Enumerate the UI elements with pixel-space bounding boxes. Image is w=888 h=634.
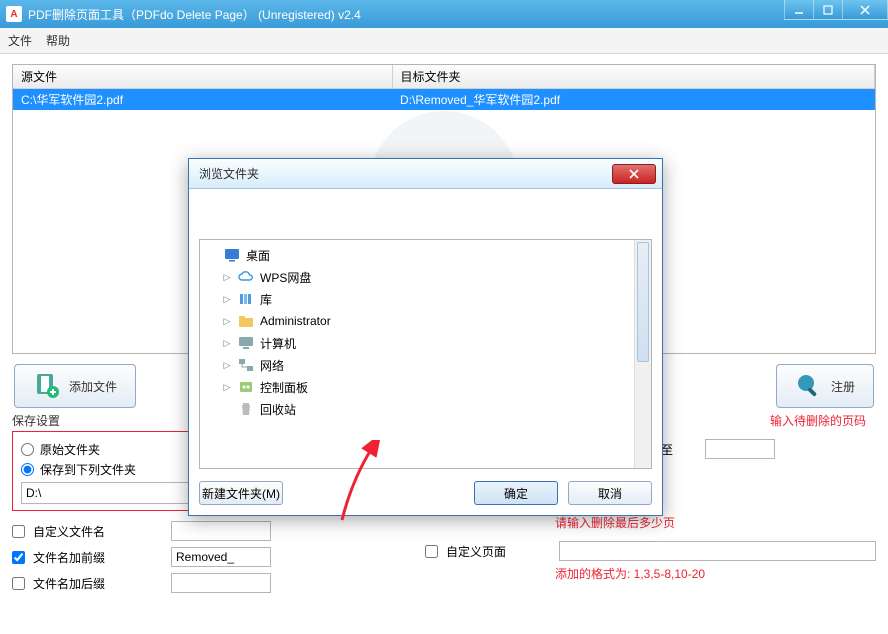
expand-icon[interactable]: ▷	[222, 338, 232, 349]
menubar: 文件 帮助	[0, 28, 888, 54]
cell-source: C:\华军软件园2.pdf	[13, 89, 392, 111]
add-file-button[interactable]: 添加文件	[14, 364, 136, 408]
user-icon	[238, 313, 254, 329]
cell-target: D:\Removed_华军软件园2.pdf	[392, 89, 874, 111]
expand-icon[interactable]: ▷	[222, 316, 232, 327]
chk-custom-name-label: 自定义文件名	[33, 523, 163, 540]
chk-suffix[interactable]	[12, 577, 25, 590]
hint-format: 添加的格式为: 1,3,5-8,10-20	[555, 565, 876, 582]
range-to-input[interactable]	[705, 439, 775, 459]
expand-icon[interactable]: ▷	[222, 360, 232, 371]
radio-original-label: 原始文件夹	[40, 441, 100, 458]
tree-item[interactable]: ▷Administrator	[202, 310, 632, 332]
window-title: PDF删除页面工具（PDFdo Delete Page） (Unregister…	[28, 6, 785, 23]
dialog-title: 浏览文件夹	[199, 165, 612, 182]
tree-item[interactable]: ▷网络	[202, 354, 632, 376]
browse-folder-dialog: 浏览文件夹 桌面 ▷WPS网盘 ▷库 ▷Administrator ▷计算机 ▷…	[188, 158, 663, 516]
cancel-button[interactable]: 取消	[568, 481, 652, 505]
radio-original-input[interactable]	[21, 443, 34, 456]
chk-custom-name[interactable]	[12, 525, 25, 538]
menu-file[interactable]: 文件	[8, 32, 32, 49]
window-controls	[785, 0, 888, 28]
chk-prefix-label: 文件名加前缀	[33, 549, 163, 566]
radio-below-input[interactable]	[21, 463, 34, 476]
col-target[interactable]: 目标文件夹	[392, 65, 874, 89]
register-icon	[795, 372, 823, 400]
recycle-bin-icon	[238, 401, 254, 417]
custom-pages-input[interactable]	[559, 541, 876, 561]
desktop-icon	[224, 247, 240, 263]
file-table: 源文件 目标文件夹 C:\华军软件园2.pdf D:\Removed_华军软件园…	[13, 65, 875, 110]
expand-icon[interactable]: ▷	[222, 294, 232, 305]
tree-root[interactable]: 桌面	[202, 244, 632, 266]
network-icon	[238, 357, 254, 373]
dialog-footer: 新建文件夹(M) 确定 取消	[189, 471, 662, 515]
minimize-button[interactable]	[784, 0, 814, 20]
ok-button[interactable]: 确定	[474, 481, 558, 505]
register-button[interactable]: 注册	[776, 364, 874, 408]
control-panel-icon	[238, 379, 254, 395]
lbl-custom-pages: 自定义页面	[446, 543, 551, 560]
col-source[interactable]: 源文件	[13, 65, 392, 89]
app-icon: A	[6, 6, 22, 22]
add-file-icon	[33, 372, 61, 400]
register-label: 注册	[831, 378, 855, 395]
tree-item[interactable]: ▷WPS网盘	[202, 266, 632, 288]
chk-suffix-label: 文件名加后缀	[33, 575, 163, 592]
prefix-input[interactable]	[171, 547, 271, 567]
tree-item[interactable]: 回收站	[202, 398, 632, 420]
window-titlebar: A PDF删除页面工具（PDFdo Delete Page） (Unregist…	[0, 0, 888, 28]
radio-below-label: 保存到下列文件夹	[40, 461, 136, 478]
chk-custom-pages[interactable]	[425, 545, 438, 558]
chk-prefix[interactable]	[12, 551, 25, 564]
scrollbar-thumb[interactable]	[637, 242, 649, 362]
new-folder-button[interactable]: 新建文件夹(M)	[199, 481, 283, 505]
expand-icon[interactable]: ▷	[222, 272, 232, 283]
tree-item[interactable]: ▷库	[202, 288, 632, 310]
menu-help[interactable]: 帮助	[46, 32, 70, 49]
suffix-input[interactable]	[171, 573, 271, 593]
hint-last: 请输入删除最后多少页	[555, 514, 876, 531]
maximize-button[interactable]	[813, 0, 843, 20]
custom-name-input[interactable]	[171, 521, 271, 541]
expand-icon[interactable]: ▷	[222, 382, 232, 393]
tree-item[interactable]: ▷计算机	[202, 332, 632, 354]
library-icon	[238, 291, 254, 307]
dialog-close-button[interactable]	[612, 164, 656, 184]
folder-tree[interactable]: 桌面 ▷WPS网盘 ▷库 ▷Administrator ▷计算机 ▷网络 ▷控制…	[199, 239, 652, 469]
tree-scrollbar[interactable]	[634, 240, 651, 468]
close-button[interactable]	[842, 0, 888, 20]
dialog-body: 桌面 ▷WPS网盘 ▷库 ▷Administrator ▷计算机 ▷网络 ▷控制…	[189, 189, 662, 471]
add-file-label: 添加文件	[69, 378, 117, 395]
dialog-titlebar[interactable]: 浏览文件夹	[189, 159, 662, 189]
tree-item[interactable]: ▷控制面板	[202, 376, 632, 398]
filename-options: 自定义文件名 文件名加前缀 文件名加后缀	[12, 521, 417, 593]
cloud-icon	[238, 269, 254, 285]
computer-icon	[238, 335, 254, 351]
table-row[interactable]: C:\华军软件园2.pdf D:\Removed_华军软件园2.pdf	[13, 89, 875, 111]
